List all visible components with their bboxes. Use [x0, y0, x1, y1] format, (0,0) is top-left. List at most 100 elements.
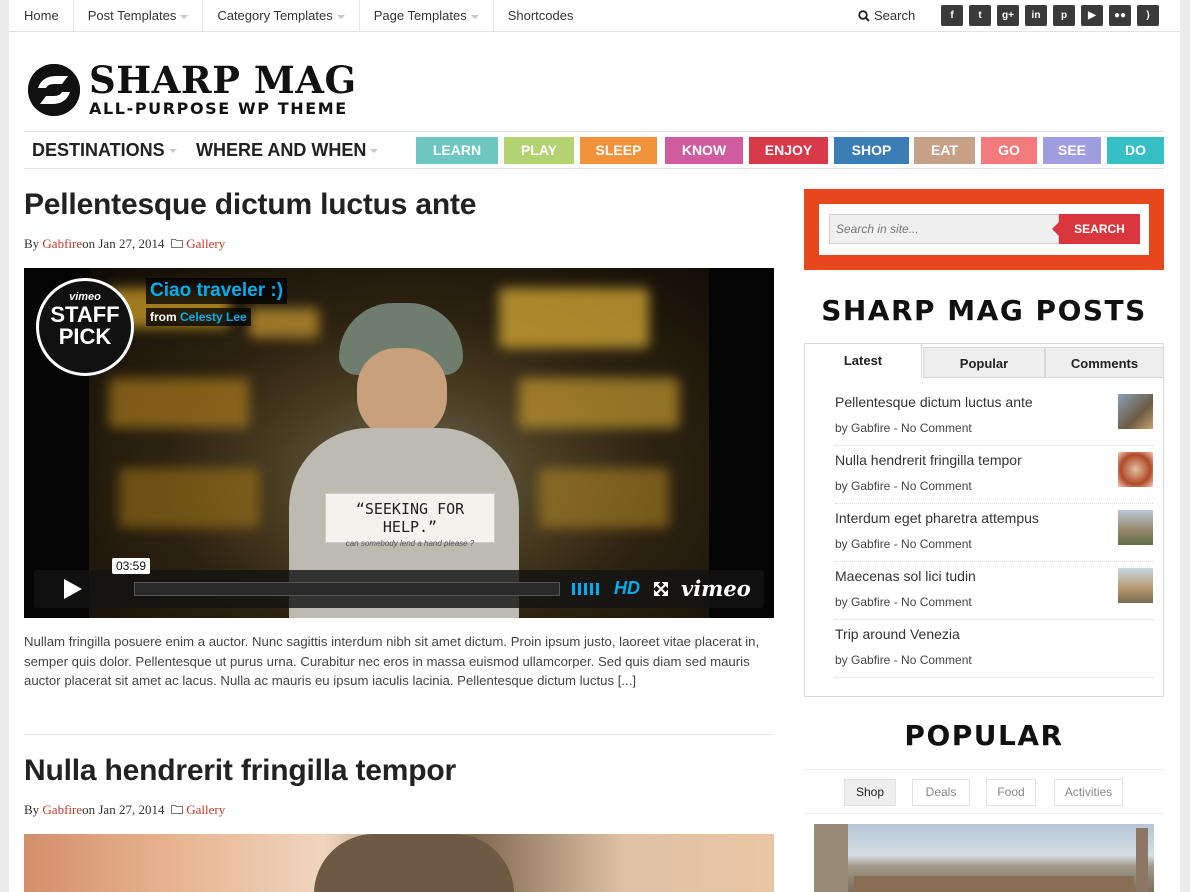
meta-by: By	[24, 802, 40, 817]
sign-subtext: can somebody lend a hand please ?	[345, 539, 475, 548]
site-logo[interactable]: SHARP MAG ALL-PURPOSE WP THEME	[28, 62, 357, 118]
chevron-down-icon	[336, 14, 345, 19]
twitter-icon[interactable]: t	[969, 5, 991, 26]
volume-icon[interactable]	[572, 581, 602, 597]
category-button-eat[interactable]: EAT	[914, 137, 975, 164]
staff-pick-badge: vimeo STAFF PICK	[36, 278, 134, 376]
top-search-link[interactable]: Search	[858, 0, 915, 31]
category-button-sleep[interactable]: SLEEP	[580, 137, 657, 164]
author-link[interactable]: Gabfire	[42, 236, 82, 251]
tab-deals[interactable]: Deals	[912, 779, 970, 806]
topnav-page-templates[interactable]: Page Templates	[360, 0, 494, 31]
topnav-label: Page Templates	[373, 8, 467, 23]
list-item-meta: by Gabfire - No Comment	[835, 537, 972, 551]
category-link[interactable]: Gallery	[186, 236, 225, 251]
list-item: Trip around Venezia by Gabfire - No Comm…	[835, 620, 1153, 678]
chevron-down-icon	[180, 14, 189, 19]
sidebar-search-button[interactable]: SEARCH	[1052, 214, 1140, 244]
meta-date: on Jan 27, 2014	[82, 236, 165, 251]
chevron-down-icon	[168, 149, 177, 154]
category-link[interactable]: Gallery	[186, 802, 225, 817]
google-plus-icon[interactable]: g+	[997, 5, 1019, 26]
search-icon	[858, 9, 870, 22]
hd-button[interactable]: HD	[614, 578, 640, 599]
posts-tabs-widget: Latest Popular Comments Pellentesque dic…	[804, 343, 1164, 697]
folder-icon	[170, 805, 183, 814]
popular-tabs: Shop Deals Food Activities	[804, 769, 1164, 814]
tab-activities[interactable]: Activities	[1054, 779, 1123, 806]
tab-popular[interactable]: Popular	[923, 347, 1045, 378]
list-item: Maecenas sol lici tudin by Gabfire - No …	[835, 562, 1153, 620]
youtube-icon[interactable]: ▶	[1081, 5, 1103, 26]
post-thumbnail[interactable]	[1118, 510, 1153, 545]
category-button-go[interactable]: GO	[981, 137, 1037, 164]
post-divider	[24, 734, 774, 735]
play-button[interactable]	[34, 570, 112, 608]
nav-destinations[interactable]: DESTINATIONS	[32, 132, 177, 169]
social-icons: f t g+ in p ▶ ●● )	[941, 5, 1165, 26]
folder-icon	[170, 239, 183, 248]
list-item: Pellentesque dictum luctus ante by Gabfi…	[835, 388, 1153, 446]
list-item-title[interactable]: Nulla hendrerit fringilla tempor	[835, 452, 1022, 468]
category-button-learn[interactable]: LEARN	[416, 137, 498, 164]
list-item: Nulla hendrerit fringilla tempor by Gabf…	[835, 446, 1153, 504]
post-meta: By Gabfireon Jan 27, 2014 Gallery	[24, 802, 225, 818]
flickr-icon[interactable]: ●●	[1109, 5, 1131, 26]
facebook-icon[interactable]: f	[941, 5, 963, 26]
video-controls: 03:59 HD vimeo	[34, 558, 764, 608]
linkedin-icon[interactable]: in	[1025, 5, 1047, 26]
post-meta: By Gabfireon Jan 27, 2014 Gallery	[24, 236, 225, 252]
sidebar-search-input[interactable]	[829, 214, 1059, 244]
list-item-title[interactable]: Pellentesque dictum luctus ante	[835, 394, 1033, 410]
topnav-shortcodes[interactable]: Shortcodes	[494, 0, 588, 31]
list-item-title[interactable]: Maecenas sol lici tudin	[835, 568, 976, 584]
post-title[interactable]: Nulla hendrerit fringilla tempor	[24, 754, 456, 788]
post-thumbnail[interactable]	[1118, 568, 1153, 603]
list-item-meta: by Gabfire - No Comment	[835, 479, 972, 493]
vimeo-logo[interactable]: vimeo	[681, 576, 751, 601]
post-thumbnail[interactable]	[1118, 394, 1153, 429]
category-button-play[interactable]: PLAY	[504, 137, 574, 164]
nav-where-and-when[interactable]: WHERE AND WHEN	[196, 132, 379, 169]
video-player[interactable]: “SEEKING FOR HELP.” can somebody lend a …	[24, 268, 774, 618]
post-thumbnail[interactable]	[1118, 452, 1153, 487]
main-navigation: DESTINATIONS WHERE AND WHEN LEARN PLAY SLE…	[24, 131, 1164, 169]
topnav-home[interactable]: Home	[9, 0, 74, 31]
popular-image[interactable]	[814, 824, 1154, 892]
category-button-do[interactable]: DO	[1107, 137, 1164, 164]
fullscreen-icon[interactable]	[654, 582, 668, 596]
topnav-category-templates[interactable]: Category Templates	[203, 0, 360, 31]
logo-title: SHARP MAG	[89, 58, 357, 102]
list-item-title[interactable]: Interdum eget pharetra attempus	[835, 510, 1039, 526]
tab-food[interactable]: Food	[986, 779, 1036, 806]
video-progress-bar[interactable]	[134, 582, 560, 596]
author-link[interactable]: Gabfire	[42, 802, 82, 817]
topnav-post-templates[interactable]: Post Templates	[74, 0, 204, 31]
logo-icon	[28, 64, 80, 116]
list-item-title[interactable]: Trip around Venezia	[835, 626, 960, 642]
rss-icon[interactable]: )	[1137, 5, 1159, 26]
category-button-see[interactable]: SEE	[1043, 137, 1101, 164]
tab-latest[interactable]: Latest	[804, 343, 922, 378]
topnav-label: Category Templates	[217, 8, 333, 23]
category-button-enjoy[interactable]: ENJOY	[749, 137, 828, 164]
post-image[interactable]	[24, 834, 774, 892]
video-title[interactable]: Ciao traveler :)	[146, 278, 288, 304]
nav-label: DESTINATIONS	[32, 140, 165, 160]
video-time: 03:59	[112, 558, 151, 574]
tab-comments[interactable]: Comments	[1045, 347, 1164, 378]
topnav-label: Shortcodes	[507, 8, 574, 23]
sidebar-search-widget: SEARCH	[804, 189, 1164, 270]
chevron-down-icon	[370, 149, 379, 154]
play-icon	[64, 579, 82, 599]
top-bar: Home Post Templates Category Templates P…	[9, 0, 1180, 32]
top-navigation: Home Post Templates Category Templates P…	[9, 0, 587, 31]
category-button-shop[interactable]: SHOP	[834, 137, 909, 164]
video-author-link[interactable]: Celesty Lee	[180, 310, 247, 324]
category-button-know[interactable]: KNOW	[665, 137, 743, 164]
video-from-label: from	[150, 310, 177, 324]
tab-shop[interactable]: Shop	[844, 779, 896, 806]
pinterest-icon[interactable]: p	[1053, 5, 1075, 26]
badge-staff: STAFF	[50, 302, 120, 327]
post-title[interactable]: Pellentesque dictum luctus ante	[24, 188, 476, 222]
